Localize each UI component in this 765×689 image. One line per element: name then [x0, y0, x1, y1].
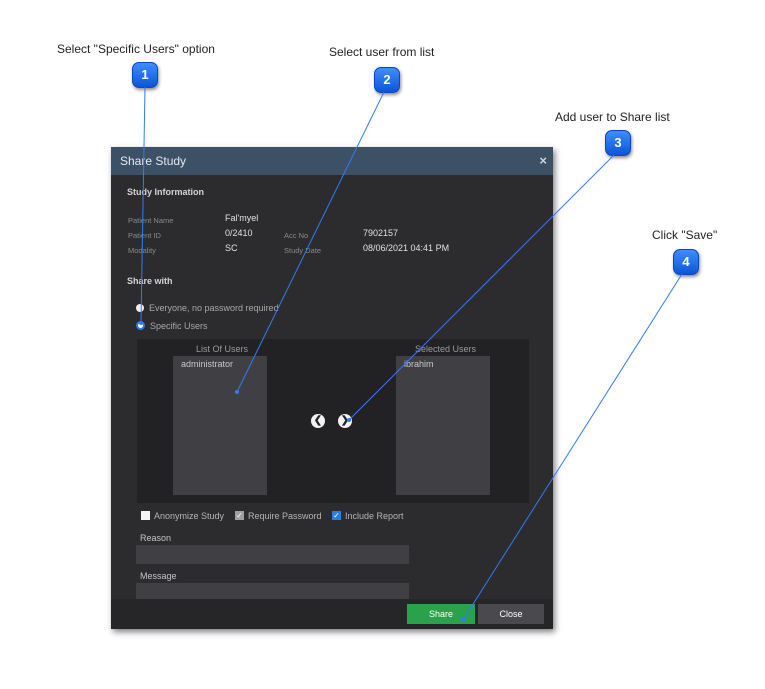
- callout-badge-4: 4: [673, 249, 699, 275]
- callout-badge-2: 2: [374, 67, 400, 93]
- study-information-heading: Study Information: [127, 187, 204, 197]
- radio-specific-users-label: Specific Users: [150, 321, 208, 331]
- include-report-checkbox[interactable]: ✓: [332, 511, 341, 521]
- callout-label-1: Select "Specific Users" option: [57, 42, 215, 56]
- require-password-label: Require Password: [248, 511, 322, 521]
- dialog-content: Study Information Patient Name Fal'myel …: [111, 175, 553, 602]
- dialog-title: Share Study: [120, 154, 187, 168]
- list-of-users-title: List Of Users: [196, 344, 249, 354]
- patient-id-label: Patient ID: [128, 231, 161, 240]
- anonymize-study-checkbox[interactable]: [141, 511, 150, 521]
- callout-badge-1: 1: [132, 62, 158, 88]
- patient-name-label: Patient Name: [128, 216, 174, 225]
- study-date-value: 08/06/2021 04:41 PM: [363, 243, 450, 253]
- callout-badge-3: 3: [605, 130, 631, 156]
- study-date-label: Study Date: [284, 246, 322, 255]
- radio-specific-users-row[interactable]: Specific Users: [136, 321, 208, 331]
- reason-label: Reason: [140, 533, 172, 543]
- reason-input[interactable]: [136, 545, 409, 564]
- radio-specific-users[interactable]: [136, 321, 145, 331]
- require-password-option[interactable]: ✓ Require Password: [235, 511, 322, 521]
- callout-label-3: Add user to Share list: [555, 110, 670, 124]
- share-with-heading: Share with: [127, 276, 173, 286]
- include-report-option[interactable]: ✓ Include Report: [332, 511, 404, 521]
- close-button[interactable]: Close: [478, 604, 544, 624]
- patient-id-value: 0/2410: [225, 228, 253, 238]
- selected-users-title: Selected Users: [415, 344, 477, 354]
- radio-everyone-row[interactable]: Everyone, no password required: [136, 303, 279, 313]
- radio-everyone[interactable]: [136, 303, 144, 312]
- user-transfer-panel: List Of Users administrator ❮ ❯ Selected…: [137, 339, 529, 503]
- list-item-selected-user[interactable]: ibrahim: [396, 356, 490, 372]
- dialog-titlebar: Share Study ×: [111, 147, 553, 175]
- acc-no-value: 7902157: [363, 228, 399, 238]
- list-item-user[interactable]: administrator: [173, 356, 267, 372]
- acc-no-label: Acc No: [284, 231, 309, 240]
- list-of-users-box[interactable]: administrator: [173, 356, 267, 495]
- close-icon[interactable]: ×: [539, 147, 547, 175]
- modality-value: SC: [225, 243, 238, 253]
- share-study-dialog: Share Study × Study Information Patient …: [111, 147, 553, 629]
- selected-users-box[interactable]: ibrahim: [396, 356, 490, 495]
- patient-name-value: Fal'myel: [225, 213, 259, 223]
- callout-label-4: Click "Save": [652, 228, 718, 242]
- arrow-left-circle-icon[interactable]: ❮: [311, 414, 325, 428]
- share-button[interactable]: Share: [407, 604, 475, 624]
- anonymize-study-label: Anonymize Study: [154, 511, 225, 521]
- require-password-checkbox[interactable]: ✓: [235, 511, 244, 521]
- arrow-right-circle-icon[interactable]: ❯: [338, 414, 352, 428]
- anonymize-study-option[interactable]: Anonymize Study: [141, 511, 224, 521]
- modality-label: Modality: [128, 246, 156, 255]
- callout-label-2: Select user from list: [329, 45, 435, 59]
- message-label: Message: [140, 571, 177, 581]
- dialog-footer: Share Close: [111, 599, 553, 629]
- include-report-label: Include Report: [345, 511, 404, 521]
- radio-everyone-label: Everyone, no password required: [149, 303, 279, 313]
